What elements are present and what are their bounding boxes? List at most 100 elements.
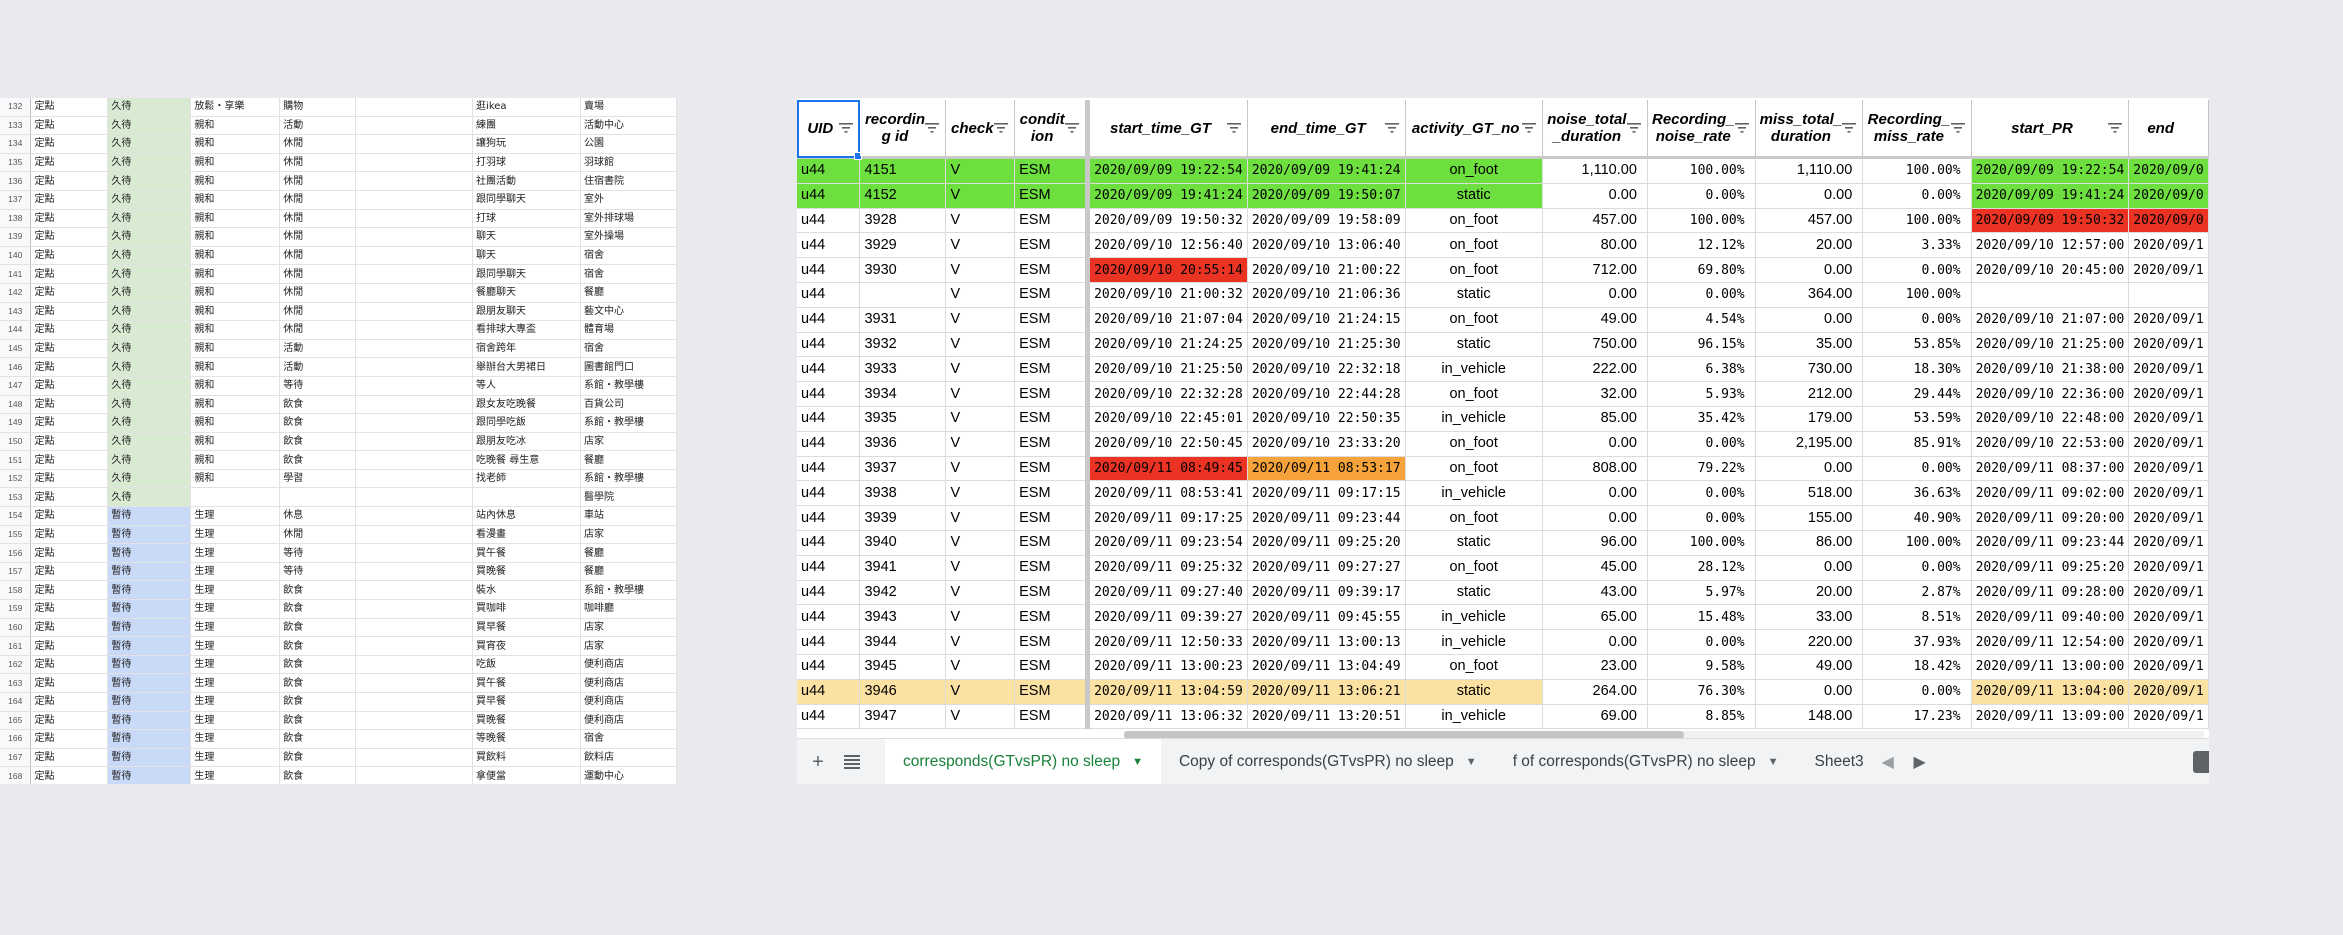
cell-cond[interactable]: ESM <box>1014 232 1091 259</box>
cell-type[interactable]: 定點 <box>30 302 109 322</box>
cell-end_gt[interactable]: 2020/09/09 19:41:24 <box>1247 157 1406 184</box>
cell-location[interactable]: 系館・教學樓 <box>580 469 677 489</box>
row-number[interactable]: 144 <box>0 320 32 340</box>
cell-uid[interactable]: u44 <box>797 381 861 407</box>
cell-noise_total[interactable]: 96.00 <box>1542 530 1648 556</box>
cell-check[interactable]: V <box>945 480 1016 507</box>
cell-rec_noise[interactable]: 76.30% <box>1647 679 1756 705</box>
cell-empty[interactable] <box>355 487 474 508</box>
cell-rec_miss[interactable]: 8.51% <box>1862 604 1972 631</box>
cell-uid[interactable]: u44 <box>797 183 861 209</box>
row-number[interactable]: 135 <box>0 153 32 173</box>
cell-activity[interactable]: 買午餐 <box>472 543 581 563</box>
cell-noise_total[interactable]: 85.00 <box>1542 406 1648 432</box>
cell-rec_noise[interactable]: 0.00% <box>1647 431 1756 457</box>
cell-type[interactable]: 定點 <box>30 450 109 470</box>
cell-uid[interactable]: u44 <box>797 679 861 705</box>
cell-empty[interactable] <box>355 506 474 526</box>
cell-rid[interactable] <box>859 282 947 308</box>
cell-location[interactable]: 便利商店 <box>580 655 677 675</box>
cell-miss_total[interactable]: 220.00 <box>1755 629 1864 655</box>
row-number[interactable]: 157 <box>0 562 32 582</box>
cell-type[interactable]: 定點 <box>30 395 109 415</box>
cell-miss_total[interactable]: 0.00 <box>1755 183 1864 209</box>
cell-subcategory[interactable]: 休閒 <box>279 264 357 284</box>
cell-empty[interactable] <box>355 729 474 749</box>
cell-subcategory[interactable]: 休閒 <box>279 153 357 173</box>
cell-type[interactable]: 定點 <box>30 692 109 712</box>
cell-location[interactable]: 店家 <box>580 432 677 452</box>
cell-category[interactable]: 親和 <box>190 413 281 433</box>
cell-noise_total[interactable]: 0.00 <box>1542 431 1648 457</box>
cell-rec_noise[interactable]: 6.38% <box>1647 356 1756 383</box>
cell-check[interactable]: V <box>945 704 1016 730</box>
cell-rec_miss[interactable]: 0.00% <box>1862 183 1972 209</box>
cell-activity[interactable]: 等晚餐 <box>472 729 581 749</box>
cell-rec_miss[interactable]: 85.91% <box>1862 431 1972 457</box>
cell-uid[interactable]: u44 <box>797 555 861 581</box>
column-header-act[interactable]: activity_GT_no <box>1405 100 1543 159</box>
cell-cond[interactable]: ESM <box>1014 257 1091 283</box>
row-number[interactable]: 146 <box>0 357 32 377</box>
cell-type[interactable]: 定點 <box>30 264 109 284</box>
cell-miss_total[interactable]: 2,195.00 <box>1755 431 1864 457</box>
cell-activity[interactable]: 跟同學聊天 <box>472 190 581 210</box>
cell-rec_miss[interactable]: 53.85% <box>1862 332 1972 358</box>
cell-noise_total[interactable]: 65.00 <box>1542 604 1648 631</box>
cell-rid[interactable]: 3932 <box>859 332 947 358</box>
cell-cond[interactable]: ESM <box>1014 157 1091 184</box>
cell-cond[interactable]: ESM <box>1014 580 1091 606</box>
cell-type[interactable]: 定點 <box>30 116 109 136</box>
cell-miss_total[interactable]: 20.00 <box>1755 580 1864 606</box>
cell-type[interactable]: 定點 <box>30 711 109 731</box>
cell-category[interactable]: 親和 <box>190 469 281 489</box>
cell-subcategory[interactable]: 休閒 <box>279 227 357 247</box>
cell-location[interactable]: 百貨公司 <box>580 395 677 415</box>
cell-rid[interactable]: 3946 <box>859 679 947 705</box>
cell-type[interactable]: 定點 <box>30 190 109 210</box>
cell-check[interactable]: V <box>945 580 1016 606</box>
cell-duration[interactable]: 久待 <box>107 283 192 303</box>
cell-rec_noise[interactable]: 15.48% <box>1647 604 1756 631</box>
cell-check[interactable]: V <box>945 679 1016 705</box>
cell-rid[interactable]: 3942 <box>859 580 947 606</box>
cell-duration[interactable]: 暫待 <box>107 618 192 638</box>
cell-type[interactable]: 定點 <box>30 283 109 303</box>
cell-start_gt[interactable]: 2020/09/11 08:53:41 <box>1087 480 1248 507</box>
cell-end_pr[interactable]: 2020/09/1 <box>2128 356 2209 383</box>
cell-uid[interactable]: u44 <box>797 431 861 457</box>
cell-uid[interactable]: u44 <box>797 406 861 432</box>
cell-duration[interactable]: 暫待 <box>107 599 192 619</box>
filter-icon[interactable] <box>1226 122 1242 134</box>
cell-start_pr[interactable]: 2020/09/11 13:04:00 <box>1971 679 2130 705</box>
cell-start_gt[interactable]: 2020/09/11 13:06:32 <box>1087 704 1248 730</box>
cell-end_gt[interactable]: 2020/09/09 19:58:09 <box>1247 208 1406 234</box>
cell-act[interactable]: in_vehicle <box>1405 406 1543 432</box>
cell-activity[interactable]: 聊天 <box>472 227 581 247</box>
cell-end_pr[interactable]: 2020/09/1 <box>2128 480 2209 507</box>
cell-subcategory[interactable]: 飲食 <box>279 618 357 638</box>
cell-rec_noise[interactable]: 79.22% <box>1647 456 1756 482</box>
row-number[interactable]: 142 <box>0 283 32 303</box>
cell-end_pr[interactable]: 2020/09/1 <box>2128 654 2209 680</box>
cell-duration[interactable]: 久待 <box>107 302 192 322</box>
cell-noise_total[interactable]: 80.00 <box>1542 232 1648 259</box>
cell-duration[interactable]: 久待 <box>107 487 192 508</box>
cell-location[interactable]: 室外排球場 <box>580 209 677 229</box>
cell-subcategory[interactable]: 等待 <box>279 562 357 582</box>
cell-duration[interactable]: 久待 <box>107 116 192 136</box>
row-number[interactable]: 159 <box>0 599 32 619</box>
cell-check[interactable]: V <box>945 232 1016 259</box>
cell-end_pr[interactable]: 2020/09/1 <box>2128 406 2209 432</box>
cell-subcategory[interactable]: 飲食 <box>279 655 357 675</box>
cell-start_pr[interactable]: 2020/09/10 21:07:00 <box>1971 307 2130 333</box>
cell-activity[interactable]: 舉辦台大男裙日 <box>472 357 581 377</box>
cell-uid[interactable]: u44 <box>797 629 861 655</box>
cell-location[interactable]: 圖書館門口 <box>580 357 677 377</box>
cell-location[interactable]: 活動中心 <box>580 116 677 136</box>
cell-miss_total[interactable]: 0.00 <box>1755 257 1864 283</box>
cell-subcategory[interactable]: 飲食 <box>279 580 357 601</box>
cell-rec_miss[interactable]: 3.33% <box>1862 232 1972 259</box>
cell-type[interactable]: 定點 <box>30 134 109 154</box>
cell-empty[interactable] <box>355 562 474 582</box>
